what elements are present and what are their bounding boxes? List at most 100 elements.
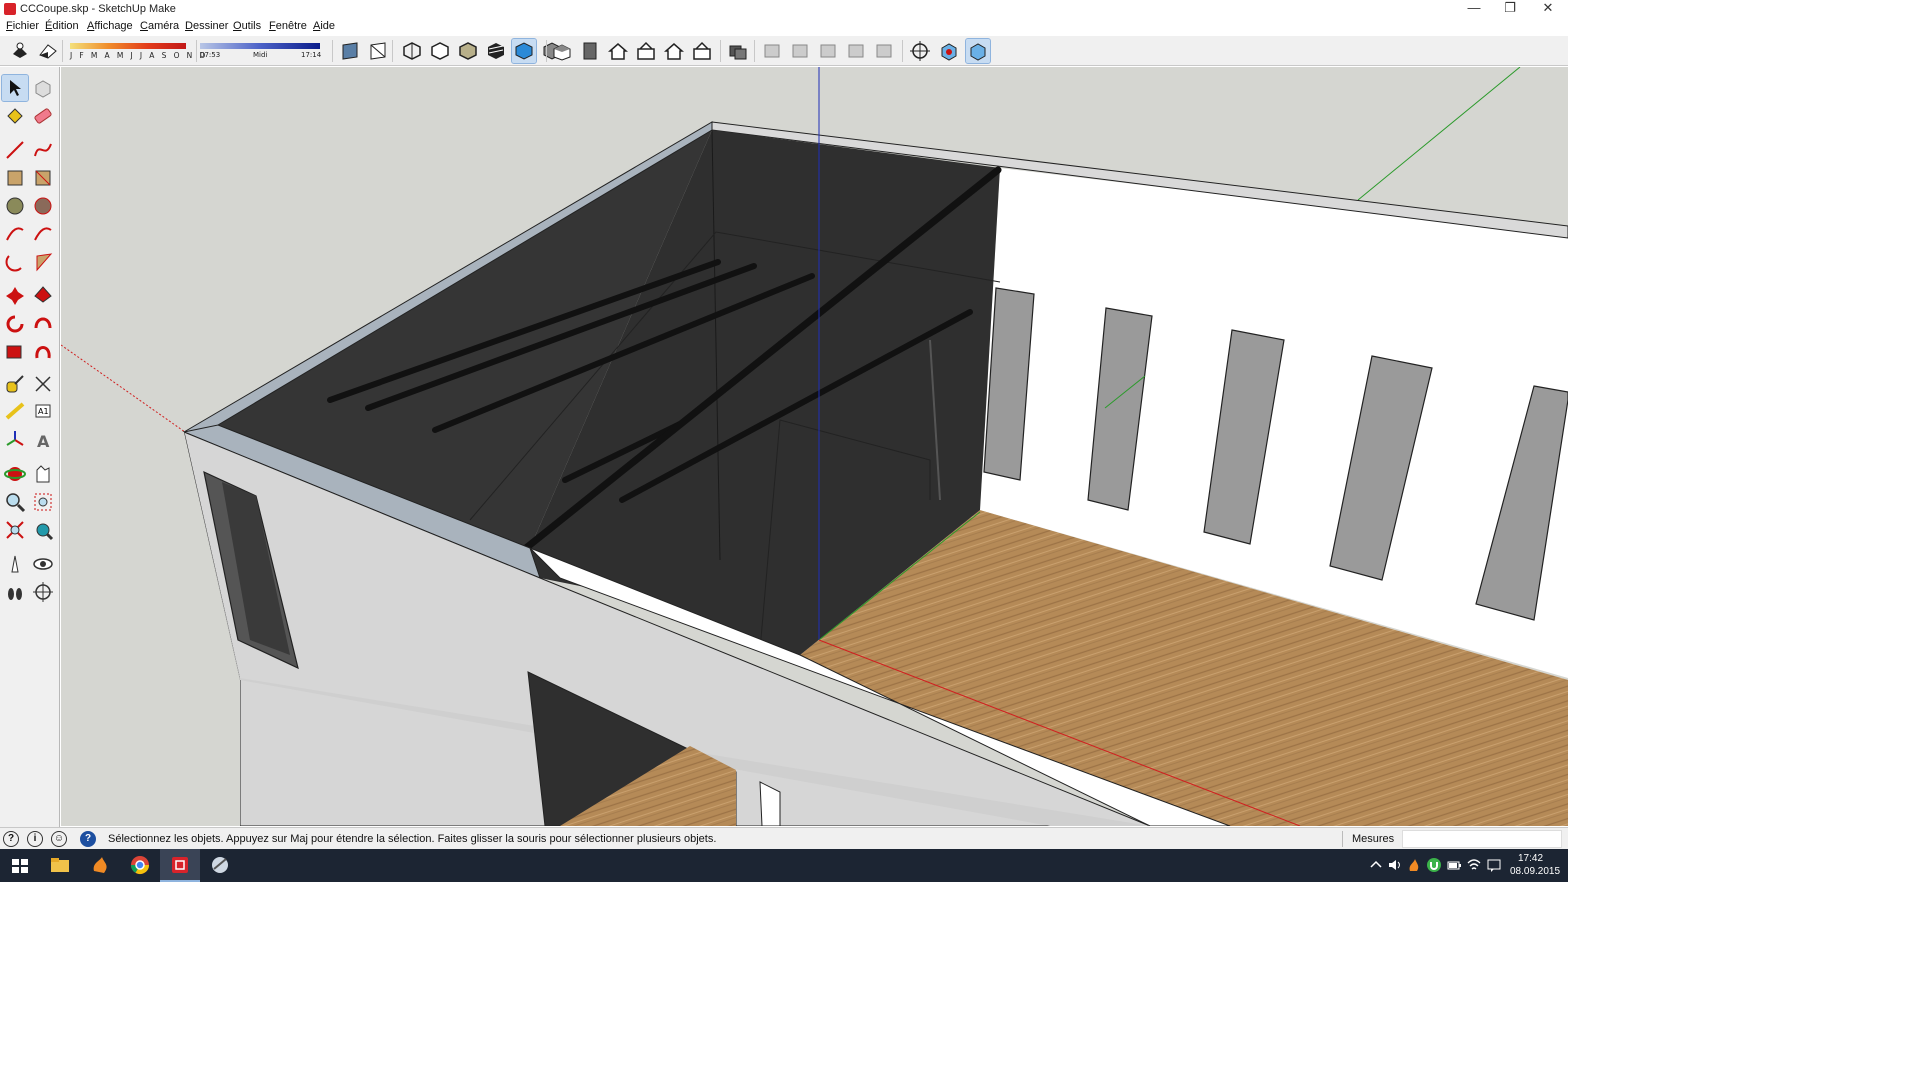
taskbar-clock-time[interactable]: 17:42 [1518, 853, 1543, 864]
trim-icon[interactable] [872, 39, 896, 63]
pie-icon[interactable] [30, 249, 56, 275]
paint-bucket-icon[interactable] [2, 103, 28, 129]
menu-outils[interactable]: Outils [233, 20, 261, 32]
sketchup-layout-icon[interactable] [200, 849, 240, 882]
position-camera-tool-icon[interactable] [2, 551, 28, 577]
toolbar-separator [332, 40, 333, 62]
tray-up-arrow-icon[interactable] [1368, 857, 1384, 873]
section-plane-icon[interactable] [338, 39, 362, 63]
shadow-time-mid: Midi [253, 51, 268, 59]
wireframe-style-icon[interactable] [428, 39, 452, 63]
rotated-rectangle-icon[interactable] [30, 165, 56, 191]
credits-icon[interactable]: i [27, 831, 43, 847]
menu-fenetre[interactable]: Fenêtre [269, 20, 307, 32]
help-icon[interactable]: ? [80, 831, 96, 847]
look-around-icon[interactable] [30, 551, 56, 577]
text-icon[interactable]: A1 [30, 399, 56, 425]
follow-me-icon[interactable] [30, 311, 56, 337]
walk-icon[interactable] [2, 579, 28, 605]
union-icon[interactable] [816, 39, 840, 63]
pan-icon[interactable] [30, 461, 56, 487]
measurements-input[interactable] [1402, 830, 1562, 848]
eraser-icon[interactable] [30, 103, 56, 129]
add-location-icon[interactable] [937, 39, 961, 63]
shadows-toggle-icon[interactable] [8, 39, 32, 63]
utorrent-icon[interactable] [1426, 857, 1442, 873]
model-scene[interactable] [61, 67, 1568, 826]
previous-view-icon[interactable] [30, 517, 56, 543]
sketchup-flame-icon[interactable] [80, 849, 120, 882]
three-point-arc-icon[interactable] [2, 249, 28, 275]
right-view-icon[interactable] [634, 39, 658, 63]
shadow-date-slider[interactable] [70, 43, 186, 49]
taskbar-clock-date[interactable]: 08.09.2015 [1510, 866, 1560, 877]
iso-view-icon[interactable] [550, 39, 574, 63]
select-icon[interactable] [1, 74, 29, 102]
zoom-icon[interactable] [2, 489, 28, 515]
freehand-icon[interactable] [30, 137, 56, 163]
rotate-icon[interactable] [2, 311, 28, 337]
shaded-style-icon[interactable] [484, 39, 508, 63]
move-icon[interactable] [2, 283, 28, 309]
dimension-icon[interactable] [30, 371, 56, 397]
windows-start-icon[interactable] [0, 849, 40, 882]
xray-style-icon[interactable] [400, 39, 424, 63]
toggle-terrain-icon[interactable] [965, 38, 991, 64]
component-icon[interactable] [30, 75, 56, 101]
solid-tools-icon[interactable] [726, 39, 750, 63]
wifi-icon[interactable] [1466, 857, 1482, 873]
tape-measure-icon[interactable] [2, 371, 28, 397]
minimize-button[interactable]: — [1456, 0, 1492, 18]
rectangle-icon[interactable] [2, 165, 28, 191]
sketchup-icon[interactable] [160, 849, 200, 882]
user-icon[interactable]: ☺ [51, 831, 67, 847]
menu-dessiner[interactable]: Dessiner [185, 20, 228, 32]
section-plane-tool-icon[interactable] [30, 579, 56, 605]
subtract-icon[interactable] [844, 39, 868, 63]
close-button[interactable]: ✕ [1530, 0, 1566, 18]
zoom-window-icon[interactable] [30, 489, 56, 515]
notification-icon[interactable] [1486, 857, 1502, 873]
menu-edition[interactable]: Édition [45, 20, 79, 32]
two-point-arc-icon[interactable] [30, 221, 56, 247]
file-explorer-icon[interactable] [40, 849, 80, 882]
protractor-icon[interactable] [2, 399, 28, 425]
outer-shell-icon[interactable] [760, 39, 784, 63]
shadow-months-label: J F M A M J J A S O N D [70, 51, 208, 60]
orbit-icon[interactable] [2, 461, 28, 487]
battery-icon[interactable] [1446, 857, 1462, 873]
3d-text-icon[interactable]: A [30, 427, 56, 453]
toolbar-separator [720, 40, 721, 62]
menu-fichier[interactable]: Fichier [6, 20, 39, 32]
hidden-line-style-icon[interactable] [456, 39, 480, 63]
menu-affichage[interactable]: Affichage [87, 20, 133, 32]
scale-icon[interactable] [2, 339, 28, 365]
shadow-time-slider[interactable] [200, 43, 320, 49]
offset-icon[interactable] [30, 339, 56, 365]
maximize-button[interactable]: ❐ [1492, 0, 1528, 18]
menu-aide[interactable]: Aide [313, 20, 335, 32]
arc-icon[interactable] [2, 221, 28, 247]
push-pull-icon[interactable] [30, 283, 56, 309]
chrome-icon[interactable] [120, 849, 160, 882]
volume-icon[interactable] [1387, 857, 1403, 873]
left-view-icon[interactable] [690, 39, 714, 63]
top-view-icon[interactable] [578, 39, 602, 63]
line-icon[interactable] [2, 137, 28, 163]
shaded-textures-style-icon[interactable] [511, 38, 537, 64]
back-view-icon[interactable] [662, 39, 686, 63]
status-divider [1342, 831, 1343, 847]
polygon-icon[interactable] [30, 193, 56, 219]
menu-camera[interactable]: Caméra [140, 20, 179, 32]
flame-tray-icon[interactable] [1406, 857, 1422, 873]
axes-icon[interactable] [2, 427, 28, 453]
section-fill-icon[interactable] [366, 39, 390, 63]
zoom-extents-icon[interactable] [2, 517, 28, 543]
position-camera-icon[interactable] [908, 39, 932, 63]
geo-location-icon[interactable]: ? [3, 831, 19, 847]
intersect-icon[interactable] [788, 39, 812, 63]
front-view-icon[interactable] [606, 39, 630, 63]
fog-toggle-icon[interactable] [36, 39, 60, 63]
3d-viewport[interactable] [61, 67, 1568, 826]
circle-icon[interactable] [2, 193, 28, 219]
